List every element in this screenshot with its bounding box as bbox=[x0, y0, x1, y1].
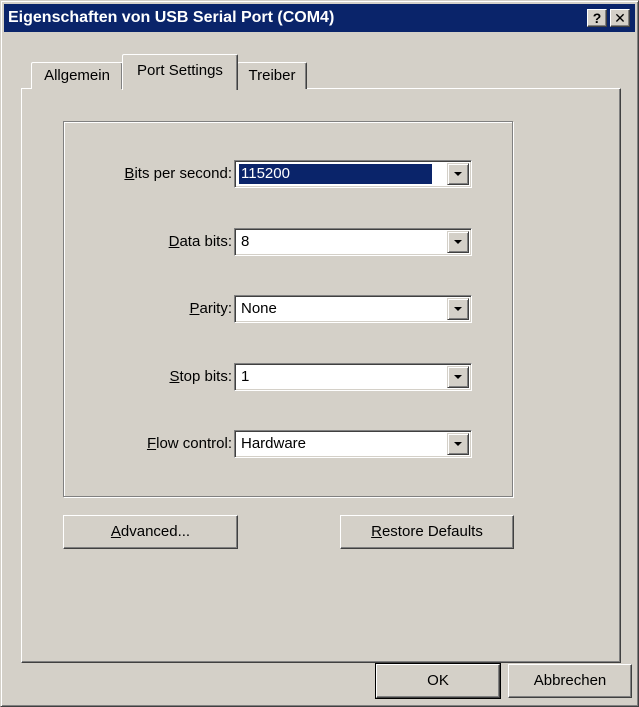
stop-bits-value: 1 bbox=[241, 368, 250, 385]
title-bar[interactable]: Eigenschaften von USB Serial Port (COM4)… bbox=[4, 4, 635, 32]
restore-defaults-button[interactable]: Restore Defaults bbox=[340, 515, 514, 549]
chevron-down-icon bbox=[454, 307, 462, 311]
stop-bits-label: Stop bits: bbox=[169, 368, 232, 385]
chevron-down-icon bbox=[454, 172, 462, 176]
bits-per-second-value: 115200 bbox=[238, 163, 433, 185]
tab-driver[interactable]: Treiber bbox=[237, 62, 307, 89]
flow-control-select[interactable]: Hardware bbox=[234, 430, 472, 458]
chevron-down-icon bbox=[454, 375, 462, 379]
help-button[interactable]: ? bbox=[587, 9, 607, 27]
data-bits-select[interactable]: 8 bbox=[234, 228, 472, 256]
flow-control-label: Flow control: bbox=[146, 435, 232, 452]
tab-general[interactable]: Allgemein bbox=[31, 62, 123, 89]
tab-port-settings[interactable]: Port Settings bbox=[122, 54, 238, 90]
tab-driver-label: Treiber bbox=[248, 67, 296, 84]
close-button[interactable]: ✕ bbox=[610, 9, 630, 27]
chevron-down-icon bbox=[454, 442, 462, 446]
help-icon: ? bbox=[592, 10, 602, 26]
parity-select[interactable]: None bbox=[234, 295, 472, 323]
flow-control-value: Hardware bbox=[241, 435, 307, 452]
data-bits-dropdown-button[interactable] bbox=[447, 231, 469, 253]
tab-port-settings-label: Port Settings bbox=[137, 62, 223, 79]
bits-per-second-dropdown-button[interactable] bbox=[447, 163, 469, 185]
chevron-down-icon bbox=[454, 240, 462, 244]
stop-bits-select[interactable]: 1 bbox=[234, 363, 472, 391]
ok-button[interactable]: OK bbox=[375, 663, 501, 699]
window-title: Eigenschaften von USB Serial Port (COM4) bbox=[8, 9, 335, 26]
bits-per-second-select[interactable]: 115200 bbox=[234, 160, 472, 188]
close-icon: ✕ bbox=[614, 10, 626, 26]
flow-control-dropdown-button[interactable] bbox=[447, 433, 469, 455]
tab-general-label: Allgemein bbox=[44, 67, 110, 84]
advanced-button[interactable]: Advanced... bbox=[63, 515, 238, 549]
parity-value: None bbox=[241, 300, 277, 317]
stop-bits-dropdown-button[interactable] bbox=[447, 366, 469, 388]
data-bits-value: 8 bbox=[241, 233, 250, 250]
cancel-button[interactable]: Abbrechen bbox=[508, 664, 632, 698]
data-bits-label: Data bits: bbox=[168, 233, 232, 250]
bits-per-second-label: Bits per second: bbox=[124, 165, 232, 182]
properties-dialog: Eigenschaften von USB Serial Port (COM4)… bbox=[0, 0, 639, 707]
parity-label: Parity: bbox=[189, 300, 232, 317]
parity-dropdown-button[interactable] bbox=[447, 298, 469, 320]
